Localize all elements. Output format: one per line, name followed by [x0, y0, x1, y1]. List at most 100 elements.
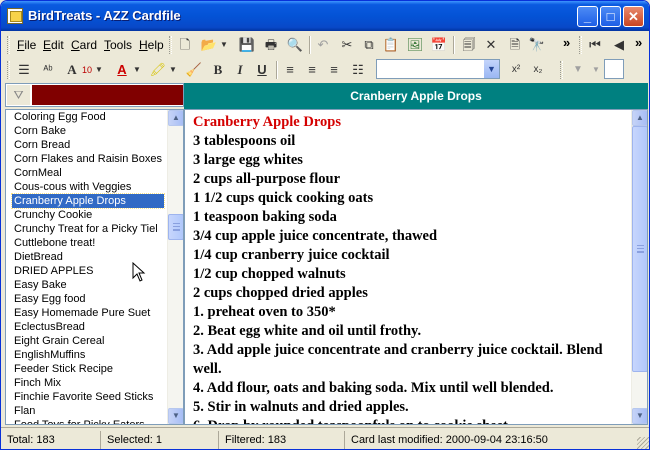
menu-help[interactable]: Help: [139, 38, 164, 52]
list-item[interactable]: Corn Flakes and Raisin Boxes: [12, 152, 164, 166]
list-item[interactable]: Coloring Egg Food: [12, 110, 164, 124]
scroll-down-icon[interactable]: ▼: [168, 408, 183, 424]
font-size-value[interactable]: 10: [82, 65, 92, 75]
menu-file[interactable]: File: [17, 38, 36, 52]
open-dropdown-arrow[interactable]: ▼: [219, 35, 229, 55]
scroll-up-icon[interactable]: ▲: [168, 110, 183, 126]
list-item[interactable]: Finch Mix: [12, 376, 164, 390]
insert-picture-icon[interactable]: 🖼: [405, 35, 425, 55]
toolbar-separator: [309, 36, 311, 54]
toolbar-grip[interactable]: [7, 36, 10, 54]
list-item[interactable]: Easy Homemade Pure Suet: [12, 306, 164, 320]
list-item[interactable]: Crunchy Cookie: [12, 208, 164, 222]
list-item[interactable]: Crunchy Treat for a Picky Tiel: [12, 222, 164, 236]
filter-icon[interactable]: ⛛: [7, 85, 30, 105]
blank-field[interactable]: [604, 59, 624, 79]
dropdown-small-arrow-icon[interactable]: ▼: [586, 60, 606, 80]
resize-grip[interactable]: [637, 437, 649, 449]
list-item[interactable]: Cranberry Apple Drops: [11, 193, 165, 209]
cut-icon[interactable]: ✂: [337, 35, 357, 55]
toolbar-grip[interactable]: [169, 36, 172, 54]
menu-edit[interactable]: Edit: [43, 38, 64, 52]
list-item[interactable]: EclectusBread: [12, 320, 164, 334]
bold-icon[interactable]: B: [208, 60, 228, 80]
list-item[interactable]: Food Toys for Picky Eaters: [12, 418, 164, 424]
font-name-combo[interactable]: ▼: [376, 59, 500, 79]
card-list-scrollbar[interactable]: ▲ ▼: [167, 110, 183, 424]
menu-tools[interactable]: Tools: [104, 38, 132, 52]
list-item[interactable]: Cuttlebone treat!: [12, 236, 164, 250]
status-bar: Total: 183 Selected: 1 Filtered: 183 Car…: [1, 427, 649, 449]
toolbar-grip[interactable]: [579, 36, 582, 54]
card-properties-icon[interactable]: 🗎: [505, 35, 525, 55]
copy-icon[interactable]: ⧉: [359, 35, 379, 55]
print-preview-icon[interactable]: 🔍: [285, 35, 305, 55]
list-item[interactable]: EnglishMuffins: [12, 348, 164, 362]
new-card-from-template-icon[interactable]: 🗐: [459, 35, 479, 55]
card-content-editor[interactable]: Cranberry Apple Drops 3 tablespoons oil 3…: [184, 109, 648, 425]
minimize-button[interactable]: _: [577, 6, 598, 27]
menu-card-accel: C: [71, 38, 80, 52]
title-bar[interactable]: BirdTreats - AZZ Cardfile _ □ ✕: [1, 1, 649, 31]
card-content-scrollbar[interactable]: ▲ ▼: [631, 110, 647, 424]
previous-card-icon[interactable]: ◀: [609, 35, 629, 55]
subscript-icon[interactable]: x₂: [528, 60, 548, 80]
mouse-cursor-icon: [132, 262, 146, 282]
underline-icon[interactable]: U: [252, 60, 272, 80]
scroll-up-icon[interactable]: ▲: [632, 110, 647, 126]
print-icon[interactable]: 🖶: [261, 35, 281, 55]
toolbar-overflow-chevron[interactable]: »: [563, 35, 570, 50]
first-card-icon[interactable]: ⏮: [585, 35, 605, 55]
list-item[interactable]: Feeder Stick Recipe: [12, 362, 164, 376]
paragraph-format-icon[interactable]: ☰: [14, 60, 34, 80]
scroll-down-icon[interactable]: ▼: [632, 408, 647, 424]
align-left-icon[interactable]: ≡: [280, 60, 300, 80]
scroll-thumb[interactable]: [632, 126, 647, 372]
spell-check-icon[interactable]: ᴬᵇ: [38, 60, 58, 80]
new-card-icon[interactable]: 🗋: [175, 35, 195, 55]
paste-icon[interactable]: 📋: [381, 35, 401, 55]
filter-input[interactable]: [32, 85, 183, 105]
undo-icon[interactable]: ↶: [313, 35, 333, 55]
font-size-dropdown-arrow[interactable]: ▼: [94, 60, 104, 80]
delete-card-icon[interactable]: ✕: [481, 35, 501, 55]
card-content-line: 2 cups chopped dried apples: [193, 285, 368, 301]
list-item[interactable]: CornMeal: [12, 166, 164, 180]
toolbar-overflow-chevron[interactable]: »: [635, 35, 642, 50]
list-item[interactable]: Flan: [12, 404, 164, 418]
close-button[interactable]: ✕: [623, 6, 644, 27]
superscript-icon[interactable]: x²: [506, 60, 526, 80]
dropdown-arrow-icon[interactable]: ▼: [568, 60, 588, 80]
menu-card[interactable]: Card: [71, 38, 97, 52]
scroll-thumb[interactable]: [168, 214, 183, 240]
italic-icon[interactable]: I: [230, 60, 250, 80]
bullets-icon[interactable]: ☷: [348, 60, 368, 80]
font-color-icon[interactable]: A: [112, 60, 132, 80]
font-color-dropdown-arrow[interactable]: ▼: [132, 60, 142, 80]
list-item[interactable]: Easy Egg food: [12, 292, 164, 306]
highlight-dropdown-arrow[interactable]: ▼: [168, 60, 178, 80]
card-content-line: 1. preheat oven to 350*: [193, 304, 336, 320]
status-selected: Selected: 1: [103, 431, 219, 449]
clear-format-icon[interactable]: 🧹: [184, 60, 204, 80]
save-icon[interactable]: 💾: [237, 35, 257, 55]
card-content-text[interactable]: Cranberry Apple Drops 3 tablespoons oil 3…: [193, 113, 629, 424]
find-icon[interactable]: 🔭: [527, 35, 547, 55]
app-icon[interactable]: [7, 8, 23, 24]
toolbar-grip[interactable]: [7, 61, 10, 79]
insert-date-icon[interactable]: 📅: [429, 35, 449, 55]
list-item[interactable]: Cous-cous with Veggies: [12, 180, 164, 194]
maximize-button[interactable]: □: [600, 6, 621, 27]
list-item[interactable]: Corn Bread: [12, 138, 164, 152]
list-item[interactable]: Corn Bake: [12, 124, 164, 138]
card-list[interactable]: Coloring Egg Food Corn Bake Corn Bread Corn…: [5, 109, 184, 425]
font-icon[interactable]: A: [62, 60, 82, 80]
align-center-icon[interactable]: ≡: [302, 60, 322, 80]
highlight-icon[interactable]: 🖍: [148, 60, 168, 80]
list-item[interactable]: Finchie Favorite Seed Sticks: [12, 390, 164, 404]
align-right-icon[interactable]: ≡: [324, 60, 344, 80]
open-folder-icon[interactable]: 📂: [199, 35, 219, 55]
list-item[interactable]: Eight Grain Cereal: [12, 334, 164, 348]
toolbar-grip[interactable]: [560, 61, 563, 79]
chevron-down-icon[interactable]: ▼: [484, 60, 499, 78]
